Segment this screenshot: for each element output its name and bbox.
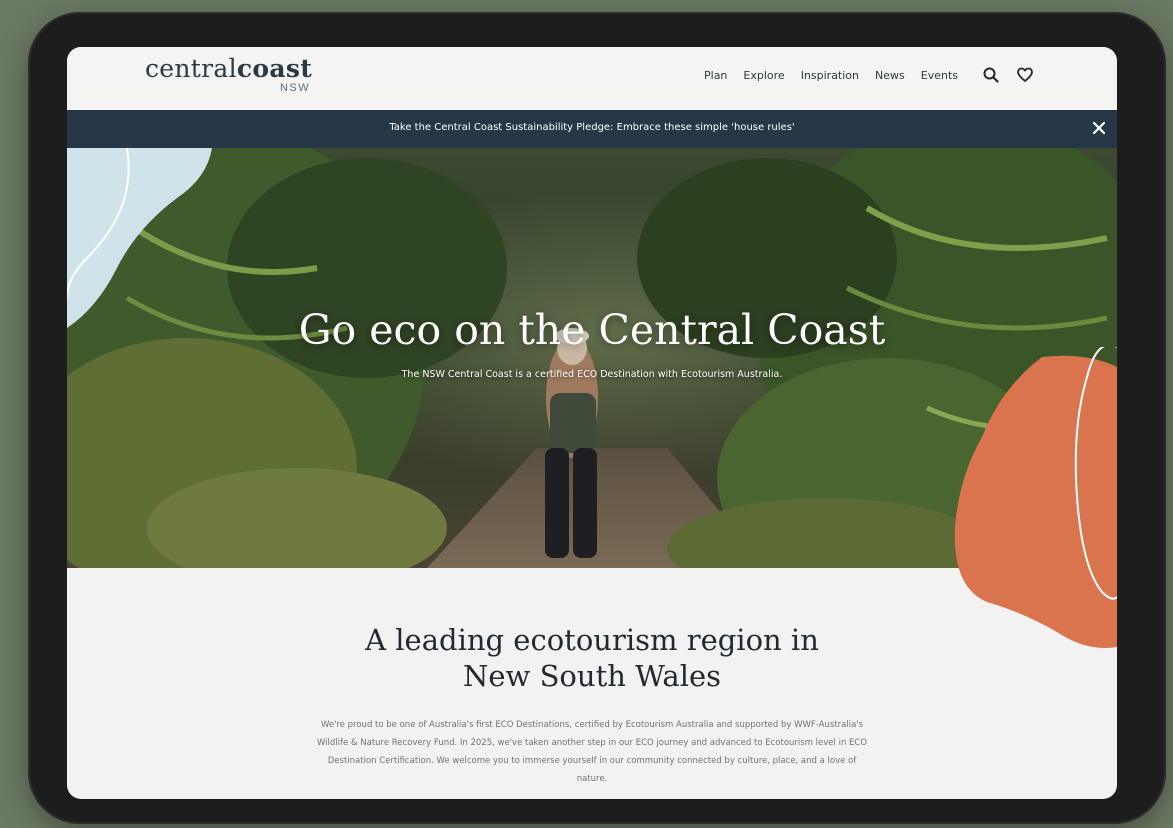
nav-plan[interactable]: Plan xyxy=(704,69,727,82)
banner-link[interactable]: Take the Central Coast Sustainability Pl… xyxy=(67,122,1117,133)
browser-screen: centralcoast NSW Plan Explore Inspiratio… xyxy=(67,47,1117,799)
intro-heading-line2: New South Wales xyxy=(462,659,722,693)
intro-heading-line1: A leading ecotourism region in xyxy=(365,623,819,657)
heart-icon[interactable] xyxy=(1016,66,1034,84)
main-nav: Plan Explore Inspiration News Events xyxy=(704,69,958,82)
logo-text-bold: coast xyxy=(236,54,313,83)
site-logo[interactable]: centralcoast NSW xyxy=(145,54,313,95)
intro-heading: A leading ecotourism region in New South… xyxy=(292,622,892,694)
search-icon[interactable] xyxy=(982,66,1000,84)
nav-news[interactable]: News xyxy=(875,69,905,82)
nav-explore[interactable]: Explore xyxy=(743,69,784,82)
close-icon[interactable] xyxy=(1088,117,1110,139)
logo-text-regular: central xyxy=(145,54,237,83)
nav-events[interactable]: Events xyxy=(921,69,958,82)
site-header: centralcoast NSW Plan Explore Inspiratio… xyxy=(67,47,1117,110)
announcement-banner: Take the Central Coast Sustainability Pl… xyxy=(67,110,1117,148)
intro-paragraph: We're proud to be one of Australia's fir… xyxy=(316,720,868,784)
logo-subtext: NSW xyxy=(279,82,311,94)
nav-inspiration[interactable]: Inspiration xyxy=(801,69,859,82)
intro-section: A leading ecotourism region in New South… xyxy=(67,568,1117,799)
